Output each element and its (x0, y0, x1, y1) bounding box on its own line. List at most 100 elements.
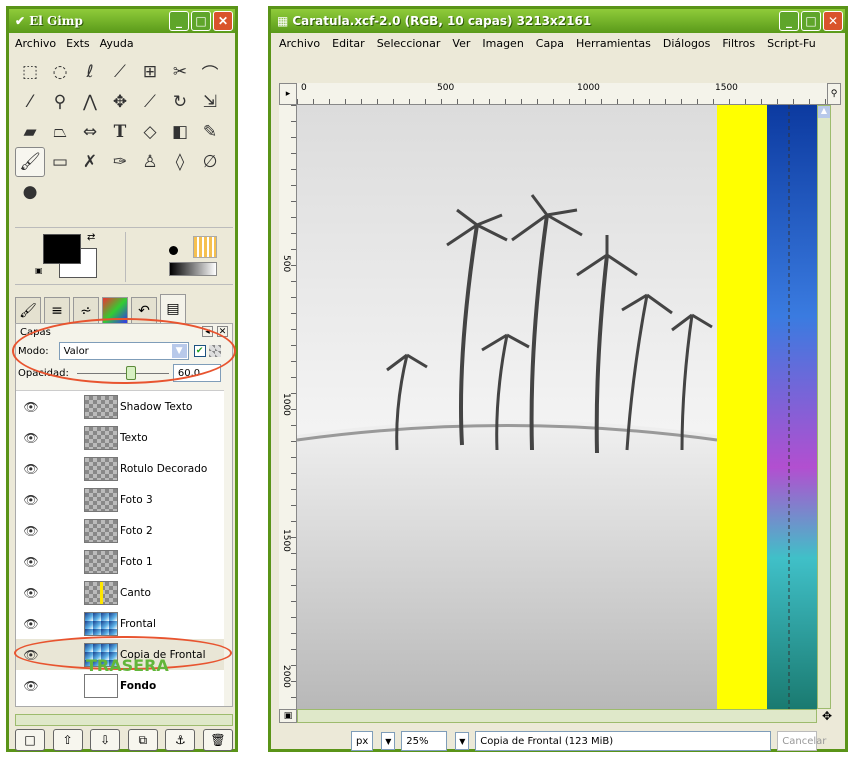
layer-row[interactable]: 👁 Foto 1 (16, 546, 224, 577)
image-titlebar[interactable]: ▦ Caratula.xcf-2.0 (RGB, 10 capas) 3213x… (271, 9, 845, 33)
scroll-up-icon[interactable]: ▲ (818, 106, 830, 118)
pattern-preview[interactable] (193, 236, 217, 258)
image-menu-button[interactable]: ▸ (279, 83, 297, 105)
airbrush-icon[interactable]: ✗ (75, 147, 105, 177)
visibility-eye-icon[interactable]: 👁 (16, 400, 46, 414)
layer-thumbnail[interactable] (84, 611, 118, 636)
brush-pattern-gradient[interactable] (163, 234, 219, 278)
visibility-eye-icon[interactable]: 👁 (16, 431, 46, 445)
img-menu-scriptfu[interactable]: Script-Fu (767, 37, 816, 50)
layer-thumbnail[interactable] (84, 425, 118, 450)
image-close-button[interactable]: ✕ (823, 11, 843, 31)
unit-dropdown-icon[interactable]: ▼ (381, 732, 396, 750)
visibility-eye-icon[interactable]: 👁 (16, 617, 46, 631)
layer-thumbnail[interactable] (84, 487, 118, 512)
bucket-fill-icon[interactable]: ◇ (135, 117, 165, 147)
maximize-button[interactable]: □ (191, 11, 211, 31)
layer-row[interactable]: 👁 Frontal (16, 608, 224, 639)
img-menu-herramientas[interactable]: Herramientas (576, 37, 651, 50)
layer-thumbnail[interactable] (84, 673, 118, 698)
measure-icon[interactable]: ⋀ (75, 87, 105, 117)
gradient-preview[interactable] (169, 262, 217, 276)
layer-thumbnail[interactable] (84, 394, 118, 419)
foreground-select-icon[interactable]: ⌒ (195, 57, 225, 87)
img-menu-imagen[interactable]: Imagen (482, 37, 523, 50)
img-menu-archivo[interactable]: Archivo (279, 37, 320, 50)
pencil-icon[interactable]: ✎ (195, 117, 225, 147)
smudge-icon[interactable]: ◊ (165, 147, 195, 177)
fuzzy-select-icon[interactable]: ⟋ (105, 57, 135, 87)
minimize-button[interactable]: _ (169, 11, 189, 31)
img-menu-capa[interactable]: Capa (536, 37, 564, 50)
visibility-eye-icon[interactable]: 👁 (16, 555, 46, 569)
fg-bg-colors[interactable]: ⇄ ▣ (35, 232, 103, 278)
delete-layer-button[interactable]: 🗑 (202, 729, 233, 751)
visibility-eye-icon[interactable]: 👁 (16, 493, 46, 507)
ink-icon[interactable]: ✑ (105, 147, 135, 177)
flip-icon[interactable]: ⇔ (75, 117, 105, 147)
canvas-hscroll[interactable] (297, 709, 817, 723)
raise-layer-button[interactable]: ⇧ (52, 729, 83, 751)
layer-thumbnail[interactable] (84, 518, 118, 543)
menu-archivo[interactable]: Archivo (15, 37, 56, 50)
free-select-icon[interactable]: ℓ (75, 57, 105, 87)
layer-row[interactable]: 👁 Rotulo Decorado (16, 453, 224, 484)
layer-row[interactable]: 👁 Canto (16, 577, 224, 608)
scale-icon[interactable]: ⇲ (195, 87, 225, 117)
zoom-dropdown-icon[interactable]: ▼ (455, 732, 470, 750)
blur-icon[interactable]: ● (15, 177, 45, 207)
color-select-icon[interactable]: ⊞ (135, 57, 165, 87)
toolbox-titlebar[interactable]: ✔ El Gimp _ □ ✕ (9, 9, 235, 33)
layer-row[interactable]: 👁 Shadow Texto (16, 391, 224, 422)
img-menu-editar[interactable]: Editar (332, 37, 365, 50)
layers-hscroll[interactable] (15, 714, 233, 726)
cancel-button[interactable]: Cancelar (777, 731, 826, 751)
new-layer-button[interactable]: □ (15, 729, 45, 751)
shear-icon[interactable]: ▰ (15, 117, 45, 147)
gradient-icon[interactable]: ◧ (165, 117, 195, 147)
menu-ayuda[interactable]: Ayuda (100, 37, 134, 50)
image-maximize-button[interactable]: □ (801, 11, 821, 31)
vertical-ruler[interactable]: 500 1000 1500 2000 (279, 105, 297, 709)
image-minimize-button[interactable]: _ (779, 11, 799, 31)
tab-layers[interactable]: ▤ (160, 294, 186, 323)
img-menu-ver[interactable]: Ver (452, 37, 470, 50)
unit-select[interactable]: px (351, 731, 374, 751)
rect-select-icon[interactable]: ⬚ (15, 57, 45, 87)
duplicate-layer-button[interactable]: ⧉ (127, 729, 158, 751)
zoom-icon[interactable]: ⚲ (45, 87, 75, 117)
menu-exts[interactable]: Exts (66, 37, 90, 50)
eraser-icon[interactable]: ▭ (45, 147, 75, 177)
layer-row[interactable]: 👁 Texto (16, 422, 224, 453)
anchor-layer-button[interactable]: ⚓ (165, 729, 196, 751)
img-menu-filtros[interactable]: Filtros (722, 37, 755, 50)
visibility-eye-icon[interactable]: 👁 (16, 586, 46, 600)
layer-thumbnail[interactable] (84, 580, 118, 605)
horizontal-ruler[interactable]: 0 500 1000 1500 (297, 83, 837, 105)
lower-layer-button[interactable]: ⇩ (90, 729, 121, 751)
visibility-eye-icon[interactable]: 👁 (16, 524, 46, 538)
canvas-vscroll[interactable]: ▲ (817, 105, 831, 709)
dodge-burn-icon[interactable]: ∅ (195, 147, 225, 177)
text-icon[interactable]: T (105, 117, 135, 147)
brush-preview[interactable] (169, 246, 178, 255)
navigate-icon[interactable]: ✥ (817, 709, 837, 723)
close-button[interactable]: ✕ (213, 11, 233, 31)
layer-row[interactable]: 👁 Foto 3 (16, 484, 224, 515)
clone-icon[interactable]: ♙ (135, 147, 165, 177)
color-picker-icon[interactable]: ⁄ (15, 87, 45, 117)
scissors-icon[interactable]: ✂ (165, 57, 195, 87)
perspective-icon[interactable]: ⏢ (45, 117, 75, 147)
layer-row[interactable]: 👁 Foto 2 (16, 515, 224, 546)
image-canvas[interactable] (297, 105, 817, 709)
layer-thumbnail[interactable] (84, 456, 118, 481)
visibility-eye-icon[interactable]: 👁 (16, 679, 46, 693)
foreground-color[interactable] (43, 234, 81, 264)
img-menu-dialogos[interactable]: Diálogos (663, 37, 711, 50)
paintbrush-icon[interactable]: 🖌 (15, 147, 45, 177)
visibility-eye-icon[interactable]: 👁 (16, 462, 46, 476)
quick-mask-button[interactable]: ▣ (279, 709, 297, 723)
ellipse-select-icon[interactable]: ◌ (45, 57, 75, 87)
rotate-icon[interactable]: ↻ (165, 87, 195, 117)
crop-icon[interactable]: ⟋ (135, 87, 165, 117)
